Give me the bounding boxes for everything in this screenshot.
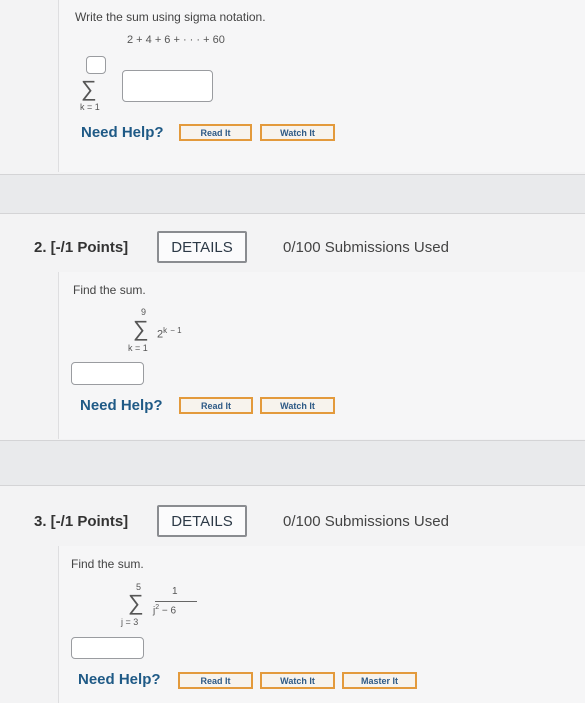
q3-header: 3. [-/1 Points] [34,513,129,530]
q1-sigma-lower: k = 1 [80,102,100,112]
sigma-icon: ∑ [128,590,144,615]
q3-master-it-button[interactable]: Master It [342,672,417,689]
q1-summand-input[interactable] [122,70,213,102]
q2-need-help: Need Help? [80,397,163,414]
question-1-panel: Write the sum using sigma notation. 2 + … [0,0,585,175]
q1-watch-it-button[interactable]: Watch It [260,124,335,141]
q2-submissions: 0/100 Submissions Used [283,239,449,256]
q1-read-it-button[interactable]: Read It [179,124,252,141]
q2-read-it-button[interactable]: Read It [179,397,253,414]
q2-details-button[interactable]: DETAILS [157,231,247,263]
q3-numerator: 1 [172,586,178,597]
q2-prompt: Find the sum. [73,283,146,297]
q3-lower-limit: j = 3 [121,617,139,627]
q2-term-rest: − 1 [170,326,182,335]
q3-den-exp: 2 [155,604,160,611]
q1-series: 2 + 4 + 6 + · · · + 60 [127,34,225,46]
fraction-bar [155,601,197,602]
question-2-panel: 2. [-/1 Points] DETAILS 0/100 Submission… [0,213,585,441]
sigma-icon: ∑ [133,316,149,341]
q3-read-it-button[interactable]: Read It [178,672,253,689]
q3-watch-it-button[interactable]: Watch It [260,672,335,689]
q2-header: 2. [-/1 Points] [34,239,129,256]
q2-watch-it-button[interactable]: Watch It [260,397,335,414]
q1-upper-limit-input[interactable] [86,56,106,74]
q3-details-button[interactable]: DETAILS [157,505,247,537]
q3-need-help: Need Help? [78,671,161,688]
q3-den-rest: − 6 [161,605,177,617]
q1-prompt: Write the sum using sigma notation. [75,10,266,24]
q3-denominator: j2 − 6 [153,604,176,616]
q2-term: 2k − 1 [157,326,182,341]
q2-answer-input[interactable] [71,362,144,385]
sigma-icon: ∑ [81,76,97,101]
question-3-panel: 3. [-/1 Points] DETAILS 0/100 Submission… [0,485,585,703]
q2-term-exp: k [163,326,168,335]
q3-prompt: Find the sum. [71,557,144,571]
q3-submissions: 0/100 Submissions Used [283,513,449,530]
q3-answer-input[interactable] [71,637,144,659]
q1-need-help: Need Help? [81,124,164,141]
q2-lower-limit: k = 1 [128,343,148,353]
